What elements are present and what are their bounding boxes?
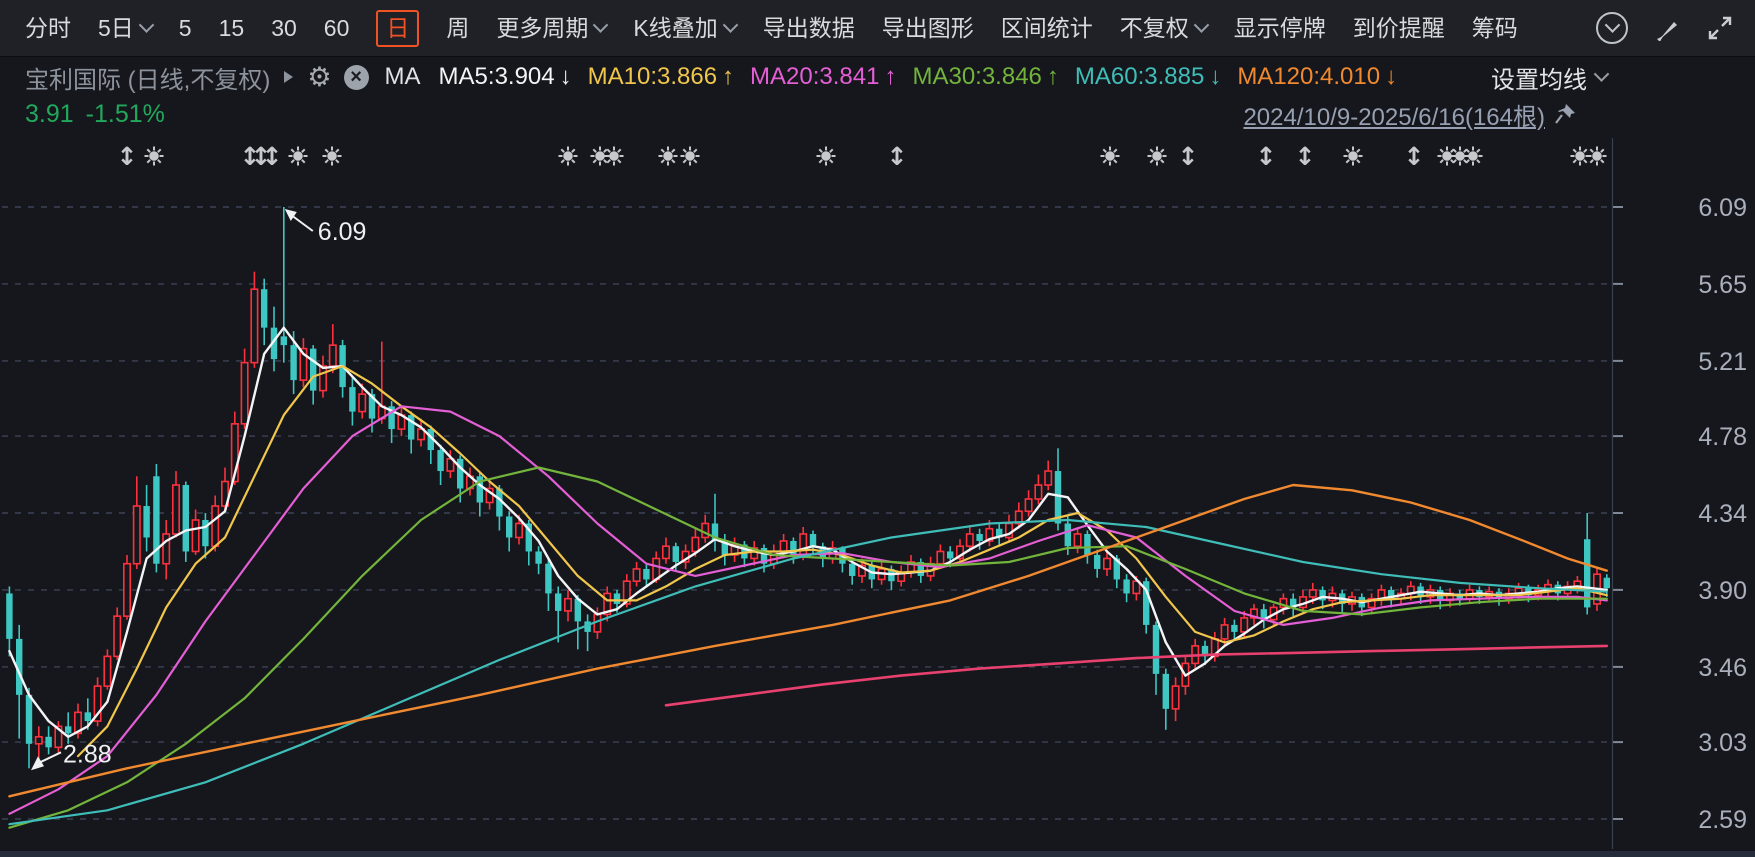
- toolbar-item-label: 更多周期: [496, 14, 589, 41]
- svg-text:4.78: 4.78: [1698, 423, 1747, 451]
- ma-legend-item: MA60:3.885 ↓: [1075, 63, 1221, 91]
- toolbar-item-label: 显示停牌: [1233, 14, 1326, 41]
- ma-settings-button[interactable]: 设置均线: [1491, 60, 1610, 95]
- toolbar-item-label: 15: [218, 14, 245, 41]
- svg-text:↕: ↕: [1256, 142, 1277, 171]
- svg-text:↕: ↕: [1295, 142, 1316, 171]
- chevron-down-icon: [722, 16, 738, 33]
- tab-30min[interactable]: 30: [271, 14, 297, 41]
- button-chips[interactable]: 筹码: [1471, 14, 1518, 41]
- svg-text:4.34: 4.34: [1698, 500, 1747, 528]
- toolbar-item-label: 区间统计: [1000, 14, 1093, 41]
- svg-text:5.21: 5.21: [1698, 348, 1747, 376]
- chart-legend-row: 宝利国际 (日线,不复权) ⚙ × MA MA5:3.904 ↓ MA10:3.…: [0, 57, 1755, 97]
- price-change: -1.51%: [85, 99, 165, 128]
- chevron-down-icon: [593, 16, 609, 33]
- ma-legend-value: MA30:3.846: [912, 63, 1042, 90]
- svg-text:3.46: 3.46: [1698, 654, 1747, 682]
- panel-divider: [0, 851, 1755, 857]
- svg-text:↕: ↕: [1404, 142, 1425, 171]
- toolbar-item-label: 5: [178, 14, 192, 41]
- fullscreen-icon[interactable]: [1706, 14, 1734, 42]
- ma-legend-value: MA120:4.010: [1237, 63, 1381, 90]
- svg-text:3.90: 3.90: [1698, 577, 1747, 605]
- current-price: 3.91: [25, 99, 74, 128]
- tab-5min[interactable]: 5: [178, 14, 192, 41]
- svg-text:5.65: 5.65: [1698, 271, 1747, 299]
- svg-text:2.88: 2.88: [63, 740, 112, 768]
- tab-daily[interactable]: 日: [376, 9, 420, 47]
- ma-settings-label: 设置均线: [1491, 66, 1587, 94]
- svg-text:↕: ↕: [117, 142, 138, 171]
- menu-more-periods[interactable]: 更多周期: [496, 14, 609, 41]
- kline-window: 6.09 5.65 5.21 4.78 4.34 3.90 3.46 3.03 2.59 ↕ ↕ ↕ ↕…: [0, 0, 1755, 857]
- chevron-down-icon: [138, 16, 155, 33]
- ma-trend-arrow-icon: ↓: [1209, 63, 1222, 90]
- expand-arrow-icon[interactable]: [284, 71, 294, 83]
- toolbar-item-label: 30: [271, 14, 297, 41]
- ma-legend-item: MA5:3.904 ↓: [439, 63, 572, 91]
- toolbar-item-label: 日: [386, 14, 410, 41]
- toolbar-item-label: 5日: [98, 14, 134, 41]
- stock-title: 宝利国际 (日线,不复权): [25, 66, 271, 94]
- menu-adjustment[interactable]: 不复权: [1119, 14, 1209, 41]
- collapse-panel-icon[interactable]: [1596, 12, 1628, 44]
- close-icon[interactable]: ×: [343, 64, 369, 90]
- button-price-alert[interactable]: 到价提醒: [1352, 14, 1445, 41]
- ma-trend-arrow-icon: ↑: [722, 63, 735, 90]
- ma-trend-arrow-icon: ↑: [1046, 63, 1059, 90]
- ma-legend-value: MA10:3.866: [587, 63, 718, 90]
- period-toolbar: 分时 5日 5 15 30 60 日 周 更多周期 K线叠加 导出数据 导出图形…: [0, 0, 1755, 57]
- button-export-data[interactable]: 导出数据: [762, 14, 855, 41]
- ma-label: MA: [384, 63, 421, 90]
- toolbar-item-label: 导出图形: [881, 14, 974, 41]
- svg-text:6.09: 6.09: [318, 218, 367, 246]
- svg-text:↕: ↕: [1178, 142, 1199, 171]
- svg-text:6.09: 6.09: [1698, 194, 1747, 222]
- menu-kline-overlay[interactable]: K线叠加: [633, 14, 738, 41]
- tab-minute[interactable]: 分时: [25, 14, 71, 41]
- button-export-image[interactable]: 导出图形: [881, 14, 974, 41]
- ma-legend-value: MA60:3.885: [1074, 63, 1205, 90]
- pin-icon[interactable]: [1553, 102, 1577, 126]
- svg-text:2.59: 2.59: [1698, 806, 1747, 834]
- toolbar-item-label: 导出数据: [762, 14, 855, 41]
- toggle-show-suspended[interactable]: 显示停牌: [1233, 14, 1326, 41]
- gear-icon[interactable]: ⚙: [307, 63, 331, 91]
- tab-weekly[interactable]: 周: [446, 14, 470, 41]
- toolbar-item-label: K线叠加: [633, 14, 718, 41]
- price-status-row: 3.91 -1.51% 2024/10/9-2025/6/16(164根): [0, 96, 1755, 132]
- chevron-down-icon: [1604, 17, 1620, 33]
- toolbar-item-label: 到价提醒: [1352, 14, 1445, 41]
- ma-trend-arrow-icon: ↑: [884, 63, 897, 90]
- ma-legend-item: MA30:3.846 ↑: [912, 63, 1058, 91]
- tab-60min[interactable]: 60: [323, 14, 350, 41]
- ma-trend-arrow-icon: ↓: [559, 63, 572, 90]
- svg-text:↕: ↕: [887, 142, 908, 171]
- ma-legend-value: MA5:3.904: [438, 63, 555, 90]
- toolbar-item-label: 分时: [25, 14, 71, 41]
- svg-text:↕: ↕: [262, 142, 283, 171]
- svg-text:3.03: 3.03: [1698, 729, 1747, 757]
- ma-legend-item: MA120:4.010 ↓: [1237, 63, 1397, 91]
- chevron-down-icon: [1593, 65, 1610, 82]
- chevron-down-icon: [1193, 16, 1209, 33]
- toolbar-item-label: 周: [446, 14, 470, 41]
- tab-15min[interactable]: 15: [218, 14, 245, 41]
- date-range-link[interactable]: 2024/10/9-2025/6/16(164根): [1243, 97, 1545, 132]
- ma-legend-item: MA20:3.841 ↑: [750, 63, 896, 91]
- toolbar-icons: [1596, 12, 1734, 44]
- toolbar-item-label: 60: [323, 14, 350, 41]
- ma-legend-item: MA10:3.866 ↑: [588, 63, 734, 91]
- toolbar-item-label: 不复权: [1119, 14, 1189, 41]
- button-interval-stats[interactable]: 区间统计: [1000, 14, 1093, 41]
- tab-5day[interactable]: 5日: [98, 14, 155, 41]
- ma-legend-value: MA20:3.841: [750, 63, 880, 90]
- ma-trend-arrow-icon: ↓: [1385, 63, 1398, 90]
- toolbar-item-label: 筹码: [1471, 14, 1518, 41]
- brush-icon[interactable]: [1654, 15, 1680, 41]
